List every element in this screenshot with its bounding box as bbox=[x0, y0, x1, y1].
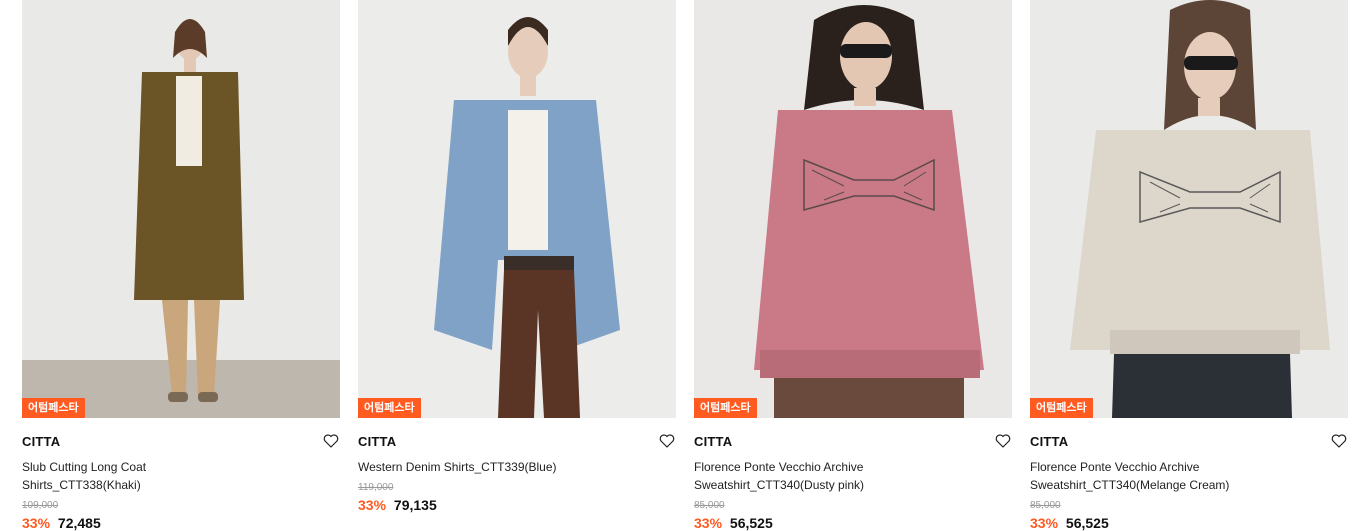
sale-price: 79,135 bbox=[393, 497, 437, 513]
product-grid: 어텀페스타 CITTA Slub Cutting Long Coat Shirt… bbox=[22, 0, 1348, 531]
promo-badge: 어텀페스타 bbox=[1030, 398, 1093, 418]
heart-icon[interactable] bbox=[994, 432, 1012, 450]
product-card[interactable]: 어텀페스타 CITTA Florence Ponte Vecchio Archi… bbox=[694, 0, 1012, 531]
product-name[interactable]: Florence Ponte Vecchio Archive Sweatshir… bbox=[1030, 458, 1240, 494]
product-name[interactable]: Western Denim Shirts_CTT339(Blue) bbox=[358, 458, 568, 476]
heart-icon[interactable] bbox=[1330, 432, 1348, 450]
product-card[interactable]: 어텀페스타 CITTA Florence Ponte Vecchio Archi… bbox=[1030, 0, 1348, 531]
product-image[interactable]: 어텀페스타 bbox=[694, 0, 1012, 418]
brand-name[interactable]: CITTA bbox=[694, 434, 732, 449]
product-image[interactable]: 어텀페스타 bbox=[22, 0, 340, 418]
product-card[interactable]: 어텀페스타 CITTA Western Denim Shirts_CTT339(… bbox=[358, 0, 676, 531]
brand-name[interactable]: CITTA bbox=[358, 434, 396, 449]
original-price: 85,000 bbox=[1030, 500, 1061, 511]
promo-badge: 어텀페스타 bbox=[694, 398, 757, 418]
product-name[interactable]: Slub Cutting Long Coat Shirts_CTT338(Kha… bbox=[22, 458, 232, 494]
product-image[interactable]: 어텀페스타 bbox=[358, 0, 676, 418]
brand-name[interactable]: CITTA bbox=[22, 434, 60, 449]
product-image[interactable]: 어텀페스타 bbox=[1030, 0, 1348, 418]
discount-rate: 33% bbox=[358, 497, 387, 513]
product-name[interactable]: Florence Ponte Vecchio Archive Sweatshir… bbox=[694, 458, 904, 494]
promo-badge: 어텀페스타 bbox=[22, 398, 85, 418]
original-price: 109,000 bbox=[22, 500, 59, 511]
heart-icon[interactable] bbox=[658, 432, 676, 450]
brand-name[interactable]: CITTA bbox=[1030, 434, 1068, 449]
heart-icon[interactable] bbox=[322, 432, 340, 450]
sale-price-row: 33% 79,135 bbox=[358, 497, 676, 513]
promo-badge: 어텀페스타 bbox=[358, 398, 421, 418]
original-price: 119,000 bbox=[358, 482, 394, 493]
original-price: 85,000 bbox=[694, 500, 725, 511]
product-card[interactable]: 어텀페스타 CITTA Slub Cutting Long Coat Shirt… bbox=[22, 0, 340, 531]
